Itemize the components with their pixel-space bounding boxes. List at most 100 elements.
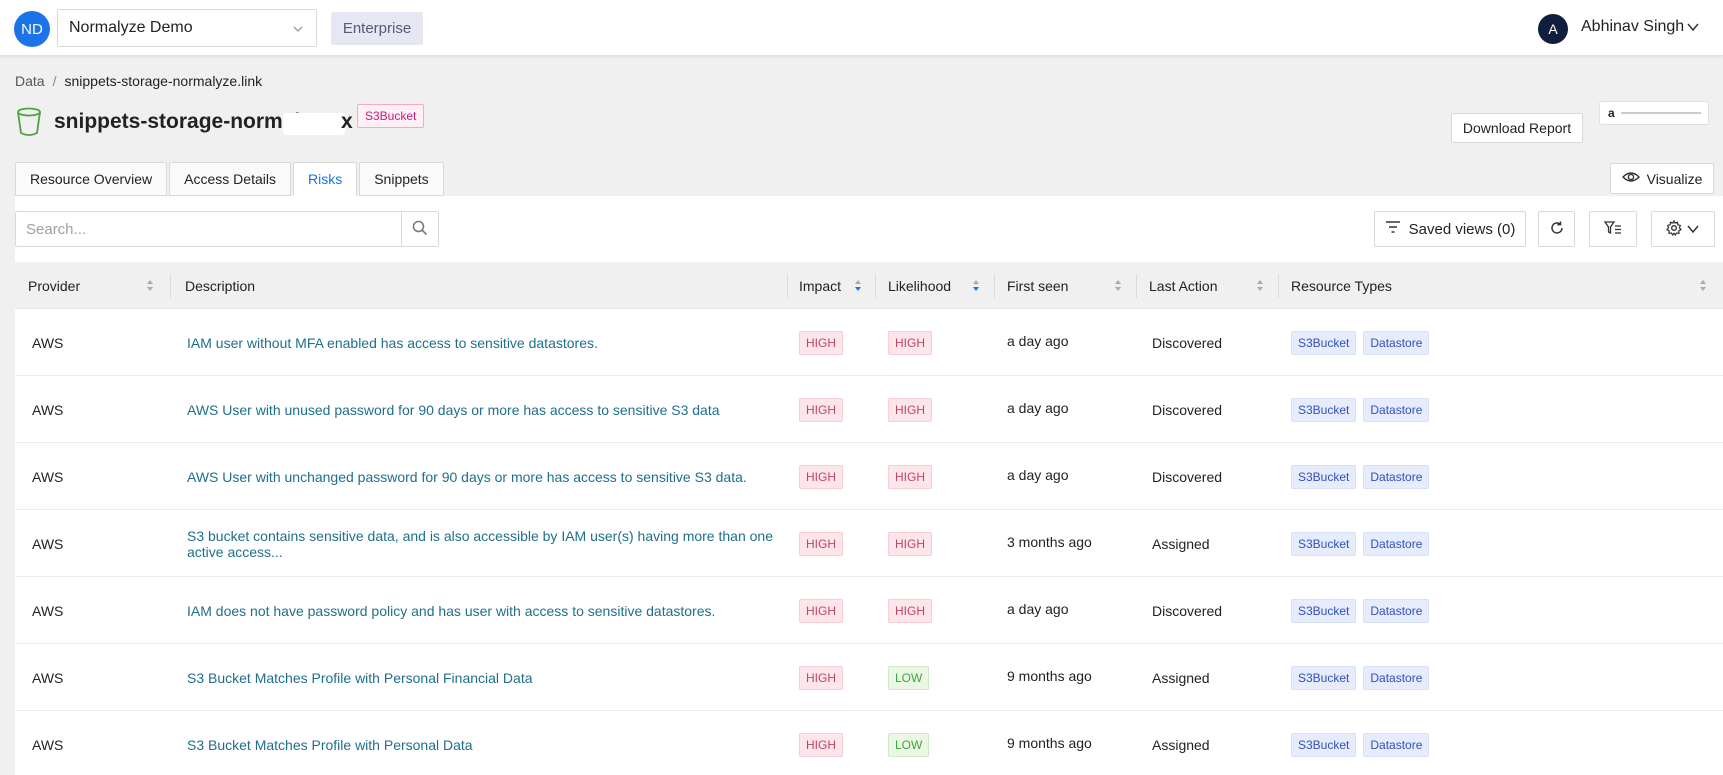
chevron-down-icon[interactable] [1686, 20, 1700, 36]
column-first-seen-label: First seen [1007, 277, 1069, 294]
likelihood-cell: HIGH [888, 510, 988, 577]
resource-type-tag: Datastore [1363, 531, 1430, 556]
likelihood-badge: LOW [888, 732, 930, 757]
search-button[interactable] [401, 211, 438, 247]
page-title-suffix: x [341, 110, 353, 133]
saved-views-button[interactable]: Saved views (0) [1374, 211, 1526, 247]
visualize-button[interactable]: Visualize [1610, 163, 1714, 194]
first-seen-cell: 9 months ago [1007, 667, 1092, 684]
resource-type-tag: Datastore [1363, 665, 1430, 690]
last-action-cell: Assigned [1152, 736, 1210, 753]
likelihood-cell: HIGH [888, 309, 988, 376]
risk-description-link[interactable]: AWS User with unchanged password for 90 … [187, 443, 782, 510]
resource-type-tag: S3Bucket [1291, 598, 1357, 623]
sort-icon[interactable] [146, 279, 154, 295]
resource-type-tag: S3Bucket [1291, 531, 1357, 556]
resource-type-tag: Datastore [1363, 732, 1430, 757]
sort-icon[interactable] [854, 279, 862, 295]
visualize-label: Visualize [1646, 170, 1703, 187]
tab-resource-overview[interactable]: Resource Overview [15, 162, 168, 196]
column-impact-label: Impact [799, 277, 842, 294]
sort-icon[interactable] [1699, 279, 1707, 295]
tab-snippets[interactable]: Snippets [359, 162, 444, 196]
provider-cell: AWS [32, 535, 64, 552]
risk-description-link[interactable]: IAM does not have password policy and ha… [187, 577, 782, 644]
risk-description-link[interactable]: S3 Bucket Matches Profile with Personal … [187, 711, 782, 775]
column-provider[interactable]: Provider [28, 262, 168, 309]
risk-description-link[interactable]: IAM user without MFA enabled has access … [187, 309, 782, 376]
first-seen-cell: a day ago [1007, 332, 1069, 349]
impact-cell: HIGH [799, 309, 874, 376]
org-select[interactable]: Normalyze Demo [57, 9, 317, 47]
table-row[interactable]: AWS AWS User with unchanged password for… [15, 443, 1723, 510]
aws-logo-text: a [1608, 106, 1615, 120]
column-likelihood-label: Likelihood [888, 277, 952, 294]
refresh-button[interactable] [1538, 211, 1575, 247]
settings-dropdown-button[interactable] [1651, 211, 1715, 247]
sort-icon[interactable] [972, 279, 980, 295]
last-action-cell: Discovered [1152, 468, 1223, 485]
provider-cell: AWS [32, 334, 64, 351]
last-action-cell: Discovered [1152, 602, 1223, 619]
eye-icon [1621, 170, 1640, 187]
resource-type-tag: S3Bucket [1291, 397, 1357, 422]
column-first-seen[interactable]: First seen [1007, 262, 1136, 309]
search-input[interactable] [16, 212, 403, 246]
resource-type-tag: Datastore [1363, 598, 1430, 623]
last-action-cell: Discovered [1152, 334, 1223, 351]
filter-lines-icon [1385, 220, 1401, 238]
table-row[interactable]: AWS S3 Bucket Matches Profile with Perso… [15, 711, 1723, 775]
risk-description-link[interactable]: AWS User with unused password for 90 day… [187, 376, 782, 443]
last-action-cell: Discovered [1152, 401, 1223, 418]
redaction-mark [283, 113, 345, 135]
resource-type-tag: S3Bucket [1291, 665, 1357, 690]
impact-cell: HIGH [799, 711, 874, 775]
org-avatar[interactable]: ND [14, 11, 50, 47]
resource-type-tag: S3Bucket [1291, 464, 1357, 489]
likelihood-cell: LOW [888, 644, 988, 711]
resource-types-cell: S3Bucket Datastore [1291, 510, 1711, 577]
column-last-action[interactable]: Last Action [1149, 262, 1278, 309]
breadcrumb: Data / snippets-storage-normalyze.link [15, 73, 262, 89]
resource-types-cell: S3Bucket Datastore [1291, 443, 1711, 510]
column-likelihood[interactable]: Likelihood [888, 262, 994, 309]
breadcrumb-root[interactable]: Data [15, 73, 45, 89]
resource-types-cell: S3Bucket Datastore [1291, 711, 1711, 775]
likelihood-badge: HIGH [888, 598, 932, 623]
column-resource-types[interactable]: Resource Types [1291, 262, 1721, 309]
likelihood-cell: HIGH [888, 376, 988, 443]
resource-type-tag: S3Bucket [1291, 330, 1357, 355]
likelihood-badge: HIGH [888, 330, 932, 355]
likelihood-badge: LOW [888, 665, 930, 690]
resource-types-cell: S3Bucket Datastore [1291, 376, 1711, 443]
download-report-button[interactable]: Download Report [1451, 113, 1583, 143]
table-row[interactable]: AWS IAM does not have password policy an… [15, 577, 1723, 644]
table-row[interactable]: AWS S3 Bucket Matches Profile with Perso… [15, 644, 1723, 711]
user-name[interactable]: Abhinav Singh [1581, 18, 1684, 36]
resource-types-cell: S3Bucket Datastore [1291, 644, 1711, 711]
chevron-down-icon [1686, 221, 1700, 237]
tab-access-details[interactable]: Access Details [169, 162, 291, 196]
column-filter-button[interactable] [1589, 211, 1637, 247]
column-impact[interactable]: Impact [799, 262, 874, 309]
tab-risks[interactable]: Risks [292, 162, 358, 196]
risk-description-link[interactable]: S3 bucket contains sensitive data, and i… [187, 510, 782, 577]
table-row[interactable]: AWS AWS User with unused password for 90… [15, 376, 1723, 443]
sort-icon[interactable] [1114, 279, 1122, 295]
first-seen-cell: 3 months ago [1007, 533, 1092, 550]
likelihood-badge: HIGH [888, 464, 932, 489]
user-avatar[interactable]: A [1538, 14, 1568, 44]
likelihood-cell: HIGH [888, 577, 988, 644]
column-divider [994, 274, 995, 298]
likelihood-cell: HIGH [888, 443, 988, 510]
impact-badge: HIGH [799, 665, 843, 690]
sort-icon[interactable] [1256, 279, 1264, 295]
table-row[interactable]: AWS S3 bucket contains sensitive data, a… [15, 510, 1723, 577]
column-divider [1136, 274, 1137, 298]
resource-type-tag: Datastore [1363, 397, 1430, 422]
top-bar: ND Normalyze Demo Enterprise A Abhinav S… [0, 0, 1723, 56]
risk-description-link[interactable]: S3 Bucket Matches Profile with Personal … [187, 644, 782, 711]
search-icon [412, 220, 428, 239]
plan-badge[interactable]: Enterprise [331, 12, 423, 45]
table-row[interactable]: AWS IAM user without MFA enabled has acc… [15, 309, 1723, 376]
